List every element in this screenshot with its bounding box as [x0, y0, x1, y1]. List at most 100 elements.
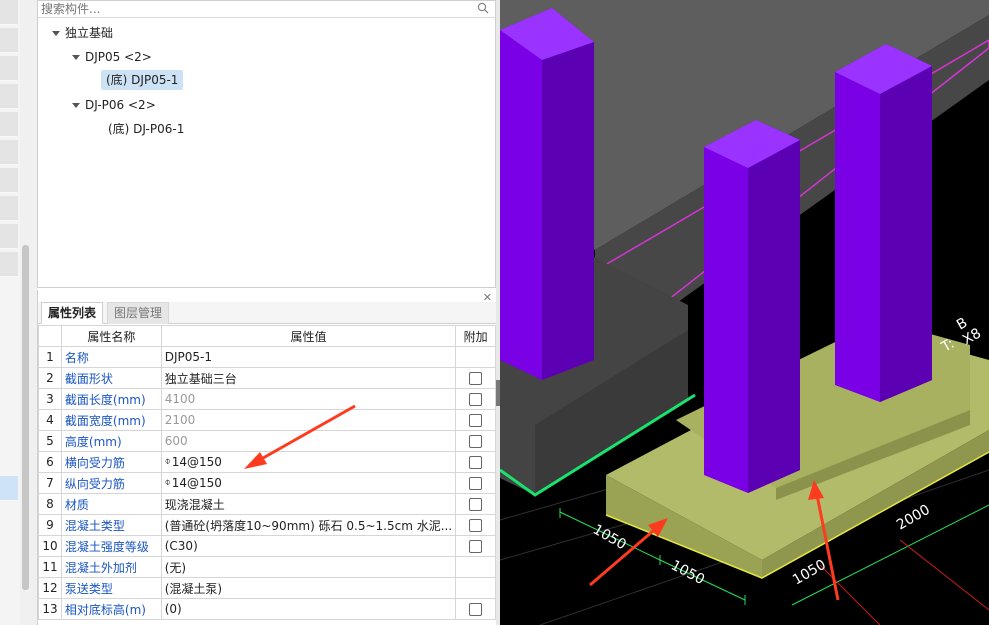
- attach-cell[interactable]: [455, 367, 496, 389]
- property-name: 混凝土外加剂: [60, 556, 162, 578]
- attach-cell[interactable]: [455, 535, 496, 557]
- property-value-text: 2100: [164, 413, 196, 427]
- toolbar-button[interactable]: [0, 196, 18, 221]
- toolbar-button-active[interactable]: [0, 476, 18, 501]
- toolbar-button[interactable]: [0, 140, 18, 165]
- property-value-text: 独立基础三台: [164, 371, 237, 386]
- attach-cell[interactable]: [455, 472, 496, 494]
- expand-arrow-icon[interactable]: [52, 31, 60, 36]
- attach-checkbox[interactable]: [469, 414, 483, 427]
- property-name: 截面形状: [60, 367, 162, 389]
- toolbar-button[interactable]: [0, 28, 18, 53]
- tree-group-label: DJP05 <2>: [85, 50, 152, 64]
- property-value[interactable]: 现浇混凝土: [160, 493, 457, 515]
- property-value[interactable]: ⌽14@150: [160, 472, 457, 494]
- table-row[interactable]: 1 名称 DJP05-1: [38, 346, 496, 368]
- table-row[interactable]: 9 混凝土类型 (普通砼(坍落度10~90mm) 砾石 0.5~1.5cm 水泥..…: [38, 514, 496, 536]
- header-attach: 附加: [455, 325, 496, 347]
- left-toolbar-strip: [0, 0, 20, 625]
- tree-group-label: DJ-P06 <2>: [85, 98, 156, 112]
- property-value[interactable]: 独立基础三台: [160, 367, 457, 389]
- attach-checkbox[interactable]: [469, 435, 483, 448]
- attach-checkbox[interactable]: [469, 519, 483, 532]
- attach-cell[interactable]: [455, 451, 496, 473]
- header-property-value: 属性值: [160, 325, 457, 347]
- search-input[interactable]: [38, 1, 458, 16]
- table-row[interactable]: 8 材质 现浇混凝土: [38, 493, 496, 515]
- property-value[interactable]: (C30): [160, 535, 457, 557]
- table-row[interactable]: 10 混凝土强度等级 (C30): [38, 535, 496, 557]
- property-value[interactable]: DJP05-1: [160, 346, 457, 368]
- attach-cell[interactable]: [455, 409, 496, 431]
- toolbar-button[interactable]: [0, 112, 18, 137]
- tree-root-label: 独立基础: [65, 26, 114, 40]
- row-number: 11: [38, 556, 62, 578]
- property-name: 混凝土强度等级: [60, 535, 162, 557]
- search-bar: [38, 1, 495, 18]
- property-value[interactable]: (0): [160, 598, 457, 620]
- table-header-row: 属性名称 属性值 附加: [38, 325, 496, 347]
- property-name: 横向受力筋: [60, 451, 162, 473]
- header-number: [38, 325, 62, 347]
- expand-arrow-icon[interactable]: [72, 55, 80, 60]
- table-row[interactable]: 13 相对底标高(m) (0): [38, 598, 496, 620]
- tree-root-node[interactable]: 独立基础: [52, 23, 113, 43]
- column-left-side: [542, 42, 594, 380]
- attach-cell[interactable]: [455, 430, 496, 452]
- app-window: 独立基础 DJP05 <2> (底) DJP05-1 DJ-P06 <2> (底…: [0, 0, 989, 625]
- attach-cell[interactable]: [455, 514, 496, 536]
- tab-layer-manager[interactable]: 图层管理: [107, 302, 170, 324]
- tab-property-list[interactable]: 属性列表: [41, 302, 104, 324]
- row-number: 1: [38, 346, 62, 368]
- property-name: 名称: [60, 346, 162, 368]
- table-row[interactable]: 2 截面形状 独立基础三台: [38, 367, 496, 389]
- panel-tabs: 属性列表 图层管理: [38, 302, 497, 324]
- toolbar-button[interactable]: [0, 0, 18, 25]
- table-row[interactable]: 12 泵送类型 (混凝土泵): [38, 577, 496, 599]
- tree-leaf-node-selected[interactable]: (底) DJP05-1: [101, 70, 184, 90]
- tree-leaf-label: (底) DJP05-1: [106, 73, 179, 87]
- attach-cell[interactable]: [455, 598, 496, 620]
- row-number: 6: [38, 451, 62, 473]
- rebar-grade-icon: ⌽: [164, 456, 171, 467]
- left-scrollbar[interactable]: [22, 245, 29, 590]
- property-value-text: 14@150: [171, 476, 222, 490]
- toolbar-button[interactable]: [0, 84, 18, 109]
- attach-checkbox[interactable]: [469, 603, 483, 616]
- header-property-name: 属性名称: [60, 325, 162, 347]
- tree-leaf-node[interactable]: (底) DJ-P06-1: [108, 119, 184, 139]
- search-icon[interactable]: [477, 2, 489, 14]
- 3d-viewport[interactable]: 1050 1050 1050 2000 B T: X8: [499, 0, 989, 625]
- row-number: 13: [38, 598, 62, 620]
- property-value[interactable]: (混凝土泵): [160, 577, 457, 599]
- toolbar-button[interactable]: [0, 252, 18, 277]
- tree-leaf-label: (底) DJ-P06-1: [108, 122, 185, 136]
- attach-checkbox[interactable]: [469, 498, 483, 511]
- property-value-text: (混凝土泵): [164, 581, 223, 596]
- toolbar-button[interactable]: [0, 56, 18, 81]
- expand-arrow-icon[interactable]: [72, 103, 80, 108]
- table-row[interactable]: 7 纵向受力筋 ⌽14@150: [38, 472, 496, 494]
- attach-cell[interactable]: [455, 388, 496, 410]
- property-value[interactable]: (普通砼(坍落度10~90mm) 砾石 0.5~1.5cm 水泥...: [160, 514, 457, 536]
- toolbar-button[interactable]: [0, 224, 18, 249]
- property-value-text: (0): [164, 602, 182, 616]
- attach-checkbox[interactable]: [469, 540, 483, 553]
- toolbar-button[interactable]: [0, 168, 18, 193]
- property-name: 纵向受力筋: [60, 472, 162, 494]
- table-row[interactable]: 11 混凝土外加剂 (无): [38, 556, 496, 578]
- attach-checkbox[interactable]: [469, 372, 483, 385]
- attach-cell[interactable]: [455, 493, 496, 515]
- attach-checkbox[interactable]: [469, 477, 483, 490]
- property-value[interactable]: (无): [160, 556, 457, 578]
- property-value-text: (无): [164, 560, 187, 575]
- attach-cell: [455, 556, 496, 578]
- tree-group-node[interactable]: DJP05 <2>: [72, 47, 152, 67]
- attach-checkbox[interactable]: [469, 393, 483, 406]
- rebar-grade-icon: ⌽: [164, 477, 171, 488]
- component-tree-panel: 独立基础 DJP05 <2> (底) DJP05-1 DJ-P06 <2> (底…: [37, 0, 496, 288]
- attach-checkbox[interactable]: [469, 456, 483, 469]
- row-number: 7: [38, 472, 62, 494]
- tree-group-node[interactable]: DJ-P06 <2>: [72, 95, 156, 115]
- property-value-text: (C30): [164, 539, 198, 553]
